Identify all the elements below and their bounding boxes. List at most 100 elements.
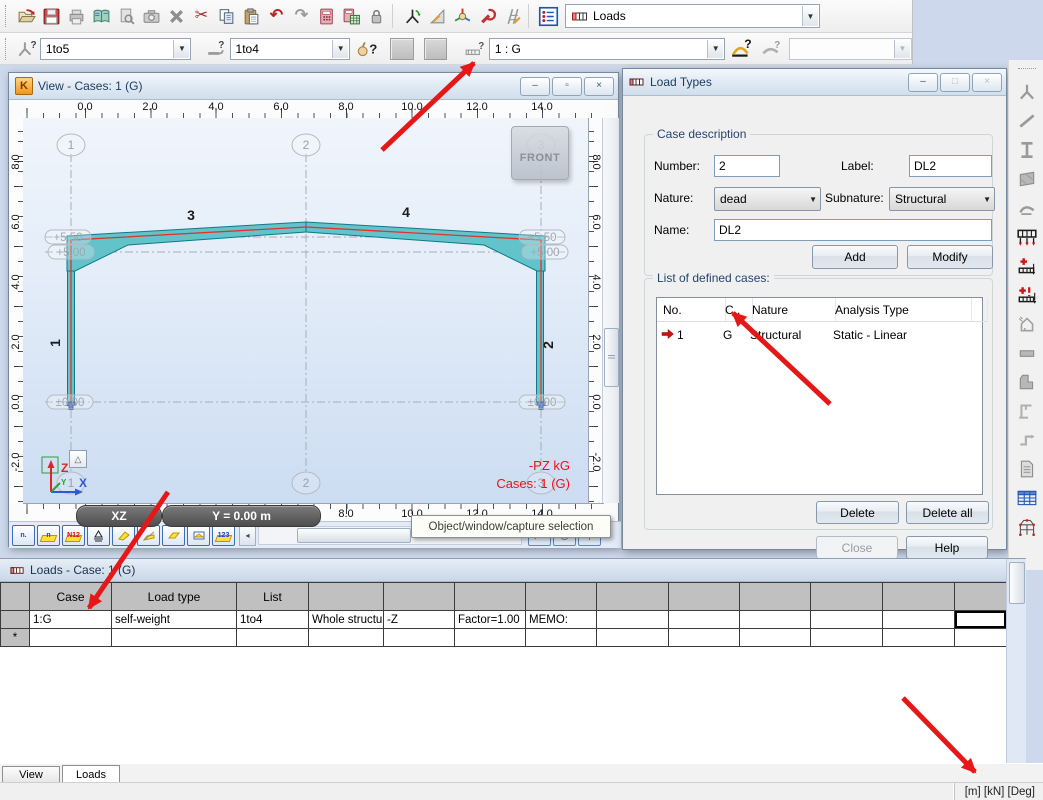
- chevron-down-icon[interactable]: ▼: [802, 6, 818, 26]
- col-header-empty[interactable]: [526, 582, 597, 611]
- cell-selected[interactable]: [955, 611, 1007, 629]
- col-header-empty[interactable]: [309, 582, 384, 611]
- col-header-empty[interactable]: [955, 582, 1007, 611]
- toggle-supports[interactable]: [87, 524, 110, 546]
- cell-empty[interactable]: [597, 629, 669, 647]
- modify-button[interactable]: Modify: [907, 245, 993, 269]
- snapshot-camera-icon[interactable]: [139, 4, 164, 29]
- cell-apply-to[interactable]: Whole structu: [309, 611, 384, 629]
- save-project-icon[interactable]: [39, 4, 64, 29]
- cell-direction[interactable]: -Z: [384, 611, 455, 629]
- toolbar-grip[interactable]: [5, 5, 11, 27]
- open-project-icon[interactable]: [14, 4, 39, 29]
- mode-inspect-icon[interactable]: ?: [759, 36, 783, 61]
- toggle-section-names[interactable]: N12: [62, 524, 85, 546]
- toggle-bar-numbers[interactable]: n: [37, 524, 60, 546]
- units-indicator[interactable]: [m] [kN] [Deg]: [953, 783, 1043, 800]
- measure-tool-icon[interactable]: [500, 4, 525, 29]
- delete-icon[interactable]: [164, 4, 189, 29]
- paste-icon[interactable]: [239, 4, 264, 29]
- view-cube-front[interactable]: FRONT: [511, 126, 569, 180]
- work-plane-pill[interactable]: XZ: [76, 505, 162, 527]
- layout-manager-icon[interactable]: [536, 4, 561, 29]
- scrollbar-thumb[interactable]: [297, 527, 411, 543]
- selection-mode-button-2[interactable]: [423, 37, 447, 60]
- close-button[interactable]: Close: [816, 536, 898, 559]
- delete-button[interactable]: Delete: [816, 501, 899, 524]
- cell-empty[interactable]: [883, 629, 955, 647]
- chevron-down-icon[interactable]: ▼: [707, 39, 724, 58]
- col-header-empty[interactable]: [883, 582, 955, 611]
- vertical-scrollbar[interactable]: [602, 118, 619, 503]
- cell-empty[interactable]: [955, 629, 1007, 647]
- section-definition-icon[interactable]: [425, 4, 450, 29]
- foundations-tool-icon[interactable]: [1013, 367, 1041, 396]
- dialog-titlebar[interactable]: Load Types – □ ×: [623, 69, 1006, 96]
- load-combination-icon[interactable]: [1013, 280, 1041, 309]
- view-rotate-button[interactable]: △: [69, 450, 87, 468]
- cell-empty[interactable]: [669, 629, 740, 647]
- cell-empty[interactable]: [811, 629, 883, 647]
- minimize-button[interactable]: –: [520, 76, 550, 96]
- add-button[interactable]: Add: [812, 245, 898, 269]
- col-header-empty[interactable]: [811, 582, 883, 611]
- col-header-empty[interactable]: [384, 582, 455, 611]
- screen-capture-icon[interactable]: [114, 4, 139, 29]
- print-preview-icon[interactable]: [89, 4, 114, 29]
- chevron-down-icon[interactable]: ▼: [809, 195, 817, 204]
- lock-icon[interactable]: [364, 4, 389, 29]
- tools-wrench-icon[interactable]: [475, 4, 500, 29]
- print-icon[interactable]: [64, 4, 89, 29]
- cell-empty[interactable]: [811, 611, 883, 629]
- row-header[interactable]: [0, 611, 30, 629]
- cell-empty[interactable]: [455, 629, 526, 647]
- scrollbar-thumb[interactable]: [604, 328, 619, 387]
- node-selection-icon[interactable]: ?: [14, 36, 38, 61]
- calculation-tables-icon[interactable]: [339, 4, 364, 29]
- cut-icon[interactable]: ✂: [189, 4, 214, 29]
- nature-select[interactable]: dead ▼: [714, 187, 821, 211]
- nodes-tool-icon[interactable]: [1013, 77, 1041, 106]
- strip-scroll-left[interactable]: ◂: [239, 524, 256, 546]
- cell-empty[interactable]: [740, 611, 811, 629]
- aux-combo[interactable]: ▼: [789, 37, 913, 60]
- cell-empty[interactable]: [883, 611, 955, 629]
- scrollbar-thumb[interactable]: [1009, 562, 1025, 604]
- toggle-loads[interactable]: [162, 524, 185, 546]
- row-header[interactable]: [0, 582, 30, 611]
- tab-view[interactable]: View: [2, 766, 60, 783]
- copy-icon[interactable]: [214, 4, 239, 29]
- view-3d-icon[interactable]: [450, 4, 475, 29]
- bar-selection-icon[interactable]: ?: [203, 36, 227, 61]
- cases-list-table[interactable]: No. C.. Nature Analysis Type 1 G Structu…: [656, 297, 988, 495]
- chevron-down-icon[interactable]: ▼: [983, 195, 991, 204]
- select-help-icon[interactable]: ?: [354, 36, 378, 61]
- cell-empty[interactable]: [526, 629, 597, 647]
- crane-loads-icon[interactable]: [1013, 396, 1041, 425]
- claddings-tool-icon[interactable]: [1013, 193, 1041, 222]
- toggle-node-numbers[interactable]: n.: [12, 524, 35, 546]
- notes-tool-icon[interactable]: [1013, 454, 1041, 483]
- cell-empty[interactable]: [30, 629, 112, 647]
- number-field[interactable]: 2: [714, 155, 780, 177]
- tab-loads[interactable]: Loads: [62, 765, 120, 783]
- undo-icon[interactable]: ↶: [264, 4, 289, 29]
- panels-tool-icon[interactable]: [1013, 164, 1041, 193]
- toggle-sections[interactable]: [112, 524, 135, 546]
- bar-loads-tool-icon[interactable]: [1013, 222, 1041, 251]
- case-row-code[interactable]: G: [723, 328, 732, 342]
- case-selection-combo[interactable]: 1 : G ▼: [488, 37, 726, 60]
- cell-empty[interactable]: [669, 611, 740, 629]
- help-button[interactable]: Help: [906, 536, 988, 559]
- tables-tool-icon[interactable]: [1013, 483, 1041, 512]
- load-case-add-icon[interactable]: [1013, 251, 1041, 280]
- climate-loads-icon[interactable]: [1013, 309, 1041, 338]
- cell-load-type[interactable]: self-weight: [112, 611, 237, 629]
- col-header-list[interactable]: List: [237, 582, 309, 611]
- cell-empty[interactable]: [384, 629, 455, 647]
- col-header-empty[interactable]: [597, 582, 669, 611]
- cell-empty[interactable]: [112, 629, 237, 647]
- selection-mode-button[interactable]: [390, 37, 414, 60]
- cell-empty[interactable]: [309, 629, 384, 647]
- minimize-button[interactable]: –: [908, 72, 938, 92]
